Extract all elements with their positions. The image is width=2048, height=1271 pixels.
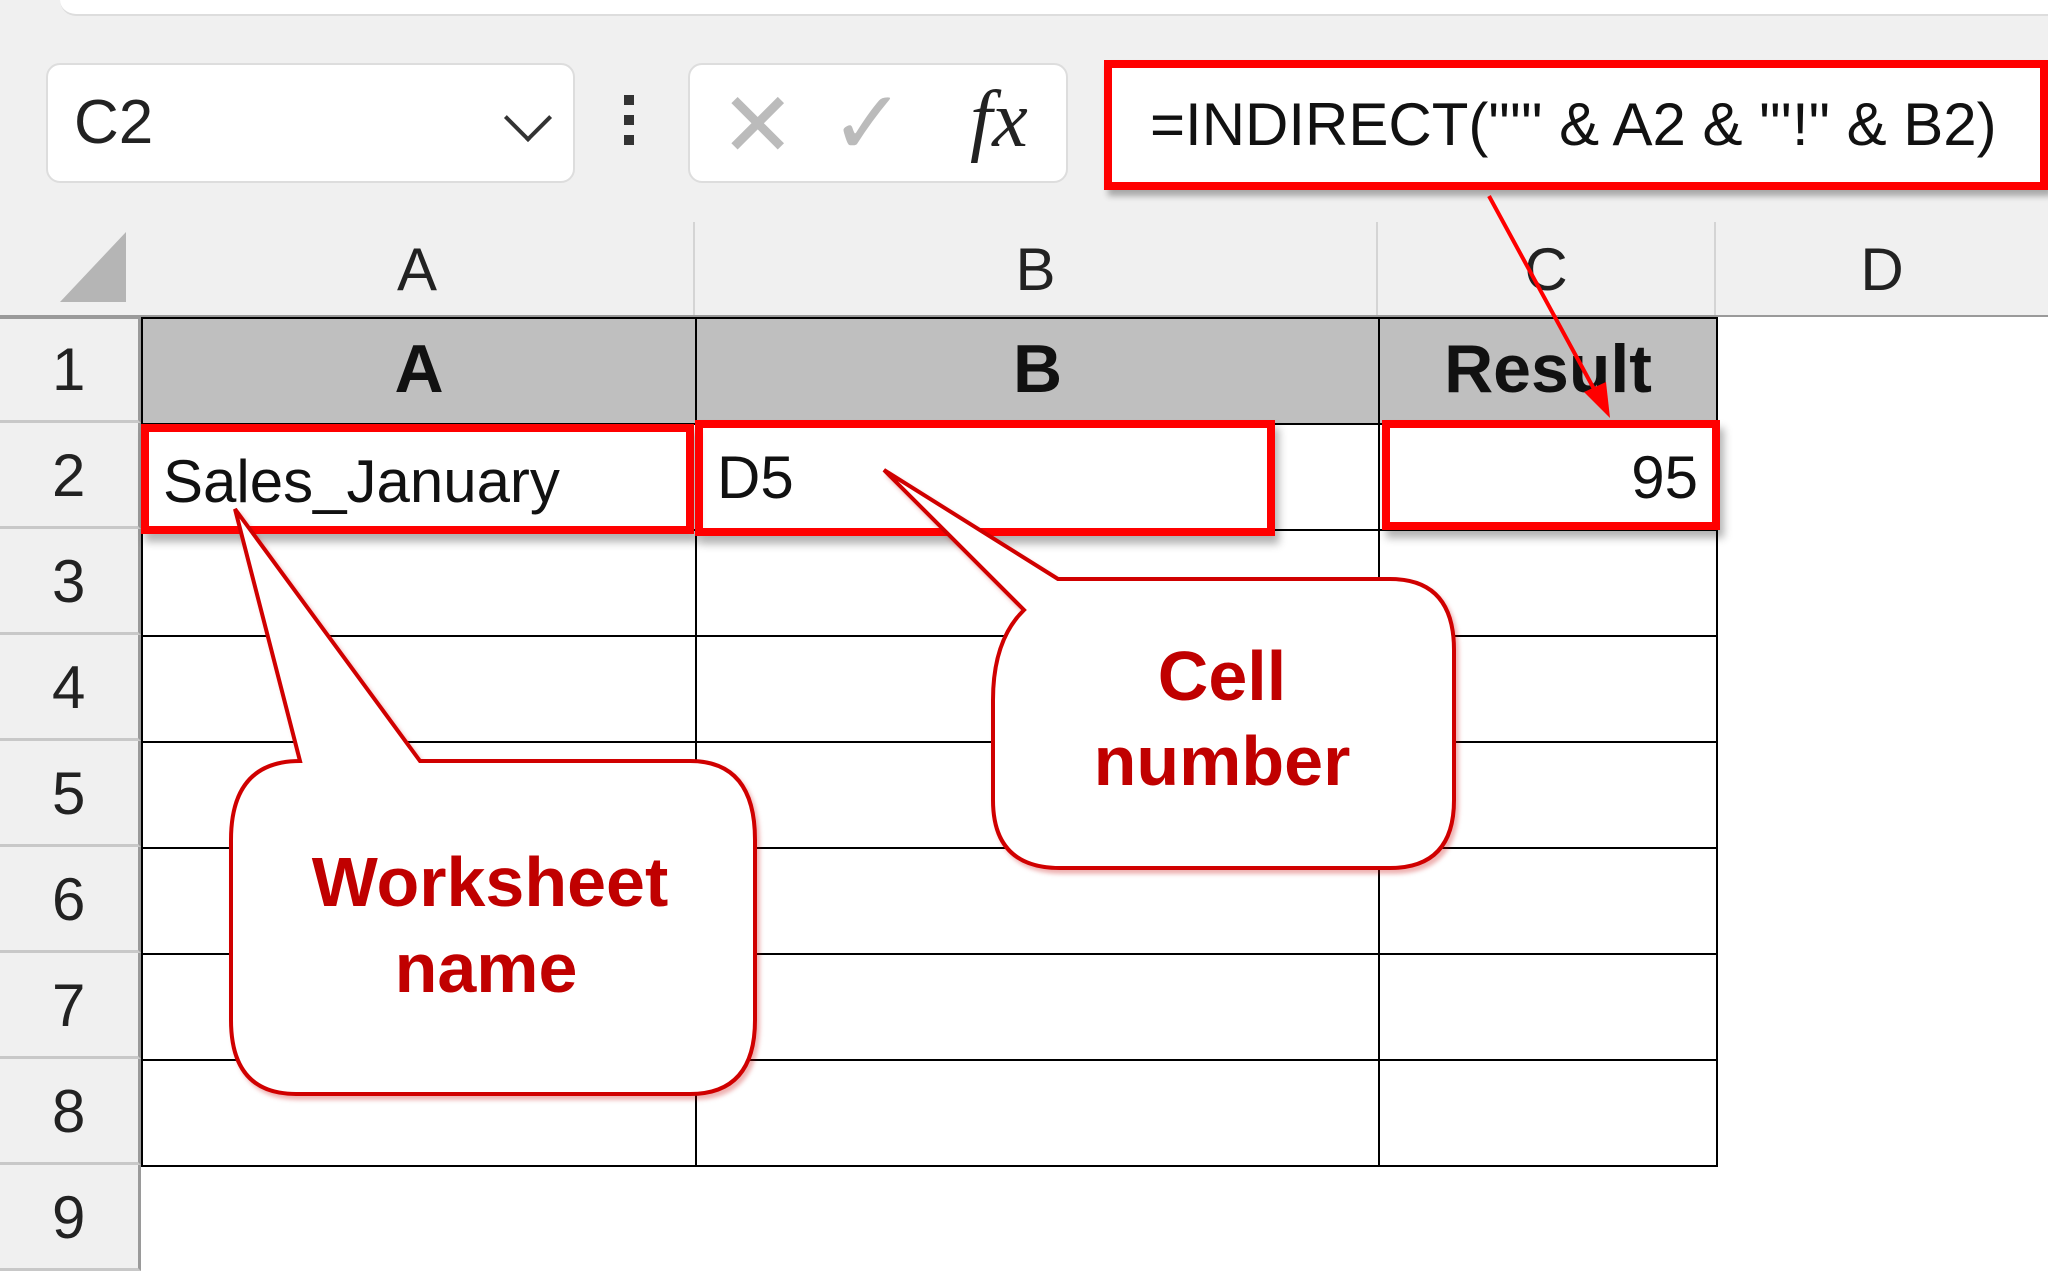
column-header-c[interactable]: C xyxy=(1378,222,1716,317)
row-header-4[interactable]: 4 xyxy=(0,635,141,741)
row-header-6[interactable]: 6 xyxy=(0,847,141,953)
grid-cell[interactable] xyxy=(695,635,1380,743)
grid-cell[interactable] xyxy=(1378,953,1718,1061)
chevron-down-icon[interactable] xyxy=(503,93,553,143)
grid-cell[interactable] xyxy=(1378,529,1718,637)
formula-input[interactable]: =INDIRECT("'" & A2 & "'!" & B2) xyxy=(1104,60,2048,190)
check-icon[interactable]: ✓ xyxy=(830,71,905,176)
row-header-7[interactable]: 7 xyxy=(0,953,141,1059)
cell-c1[interactable]: Result xyxy=(1378,317,1718,425)
row-header-5[interactable]: 5 xyxy=(0,741,141,847)
grid-cell[interactable] xyxy=(695,953,1380,1061)
more-options-icon[interactable] xyxy=(624,95,638,155)
grid-cell[interactable] xyxy=(695,529,1380,637)
grid-cell[interactable] xyxy=(1378,847,1718,955)
cancel-icon[interactable]: ✕ xyxy=(720,73,795,178)
column-header-b[interactable]: B xyxy=(695,222,1378,317)
row-header-8[interactable]: 8 xyxy=(0,1059,141,1165)
select-all-icon[interactable] xyxy=(60,232,126,302)
grid-cell[interactable] xyxy=(141,635,697,743)
grid-cell[interactable] xyxy=(1378,1059,1718,1167)
insert-function-icon[interactable]: fx xyxy=(970,75,1028,166)
grid-cell[interactable] xyxy=(141,529,697,637)
formula-actions: ✕ ✓ fx xyxy=(688,63,1068,183)
row-header-1[interactable]: 1 xyxy=(0,317,141,423)
grid-cell[interactable] xyxy=(695,741,1380,849)
grid-cell[interactable] xyxy=(141,1059,697,1167)
grid-cell[interactable] xyxy=(1378,635,1718,743)
name-box-value: C2 xyxy=(74,88,154,157)
cell-c2[interactable]: 95 xyxy=(1382,420,1720,530)
formula-text: =INDIRECT("'" & A2 & "'!" & B2) xyxy=(1150,91,1997,158)
row-header-3[interactable]: 3 xyxy=(0,529,141,635)
grid-cell[interactable] xyxy=(695,1059,1380,1167)
grid-cell[interactable] xyxy=(695,847,1380,955)
column-header-a[interactable]: A xyxy=(141,222,695,317)
grid-cell[interactable] xyxy=(141,847,697,955)
ribbon-bottom-edge xyxy=(60,0,2048,16)
cell-a2[interactable]: Sales_January xyxy=(141,424,694,534)
grid-cell[interactable] xyxy=(141,741,697,849)
grid-cell[interactable] xyxy=(1378,741,1718,849)
cell-b2[interactable]: D5 xyxy=(695,420,1275,536)
grid-cell[interactable] xyxy=(141,953,697,1061)
cell-b1[interactable]: B xyxy=(695,317,1380,425)
row-header-2[interactable]: 2 xyxy=(0,423,141,529)
column-header-d[interactable]: D xyxy=(1716,222,2048,317)
cell-a1[interactable]: A xyxy=(141,317,697,425)
name-box[interactable]: C2 xyxy=(46,63,575,183)
row-header-9[interactable]: 9 xyxy=(0,1165,141,1271)
